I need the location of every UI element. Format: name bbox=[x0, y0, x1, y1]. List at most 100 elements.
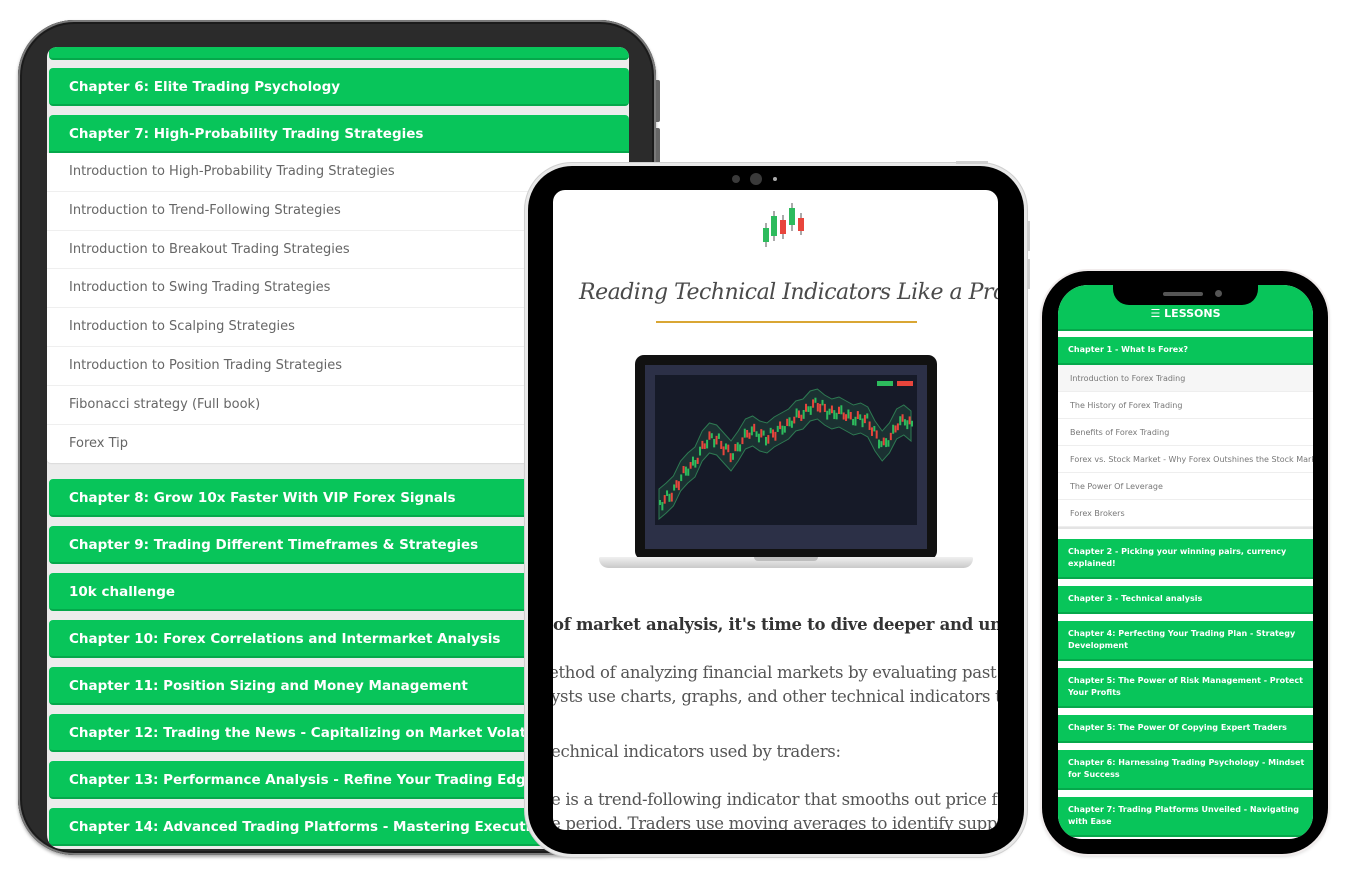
lesson-item[interactable]: Forex Brokers bbox=[1058, 500, 1313, 527]
candle bbox=[842, 412, 845, 420]
trading-chart-image bbox=[658, 381, 913, 521]
candle bbox=[821, 399, 824, 406]
candle bbox=[750, 426, 753, 436]
laptop-notch bbox=[754, 557, 818, 561]
candle bbox=[882, 437, 885, 446]
candle bbox=[670, 492, 673, 502]
candle bbox=[699, 446, 702, 456]
volume-down-button bbox=[656, 128, 660, 170]
phone-notch bbox=[1113, 285, 1258, 305]
chapter-header[interactable]: Chapter 6: Harnessing Trading Psychology… bbox=[1058, 750, 1313, 790]
candle bbox=[722, 446, 725, 456]
candle bbox=[696, 457, 699, 464]
candle bbox=[762, 430, 765, 436]
lesson-item[interactable]: The History of Forex Trading bbox=[1058, 392, 1313, 419]
lessons-header-label: LESSONS bbox=[1164, 307, 1221, 320]
candle bbox=[748, 432, 751, 439]
chapter-7-header[interactable]: Chapter 7: High-Probability Trading Stra… bbox=[49, 115, 629, 153]
article-screen: Reading Technical Indicators Like a Pro … bbox=[553, 190, 998, 830]
candle bbox=[673, 484, 676, 491]
candle bbox=[854, 416, 857, 426]
candle bbox=[805, 403, 808, 412]
lesson-item[interactable]: The Power Of Leverage bbox=[1058, 473, 1313, 500]
lesson-item[interactable]: Introduction to Forex Trading bbox=[1058, 365, 1313, 392]
article-paragraph: ethod of analyzing financial markets by … bbox=[553, 663, 998, 682]
candle bbox=[802, 409, 805, 419]
chapter-header[interactable]: Chapter 5: The Power of Risk Management … bbox=[1058, 668, 1313, 708]
candle bbox=[819, 403, 822, 413]
chapter-header[interactable]: Chapter 2 - Picking your winning pairs, … bbox=[1058, 539, 1313, 579]
candle bbox=[823, 403, 826, 412]
article-paragraph-intro: of market analysis, it's time to dive de… bbox=[553, 615, 998, 634]
candle bbox=[689, 462, 692, 469]
article-paragraph: ysts use charts, graphs, and other techn… bbox=[553, 687, 998, 706]
candle bbox=[734, 443, 737, 452]
candle bbox=[772, 429, 775, 438]
candle bbox=[668, 493, 671, 502]
candle bbox=[812, 399, 815, 408]
chapter-6-header[interactable]: Chapter 6: Elite Trading Psychology bbox=[49, 68, 629, 106]
candle bbox=[833, 410, 836, 420]
chapter-1-header[interactable]: Chapter 1 - What Is Forex? bbox=[1058, 337, 1313, 365]
middle-tablet-frame: Reading Technical Indicators Like a Pro … bbox=[528, 161, 1030, 854]
candle bbox=[861, 418, 864, 428]
candle bbox=[764, 437, 767, 446]
candle bbox=[659, 500, 661, 505]
candle bbox=[800, 414, 803, 421]
front-camera-icon bbox=[1215, 290, 1222, 297]
candle bbox=[753, 423, 756, 432]
candle bbox=[906, 420, 909, 430]
article-paragraph: e is a trend-following indicator that sm… bbox=[553, 790, 998, 809]
candle bbox=[767, 435, 770, 444]
candle bbox=[790, 420, 793, 428]
chapter-header[interactable]: Chapter 5: The Power Of Copying Expert T… bbox=[1058, 715, 1313, 743]
candle bbox=[873, 425, 876, 432]
candle bbox=[661, 502, 664, 511]
candle bbox=[887, 440, 890, 447]
candle bbox=[816, 403, 819, 412]
candle bbox=[666, 490, 669, 496]
candle bbox=[682, 465, 685, 474]
candle bbox=[732, 453, 735, 460]
sensor-icon bbox=[732, 175, 740, 183]
candle bbox=[828, 408, 831, 415]
candle bbox=[830, 405, 833, 414]
candle bbox=[684, 466, 687, 476]
candle bbox=[868, 421, 871, 430]
chapter-1-lesson-list: Introduction to Forex Trading The Histor… bbox=[1058, 365, 1313, 529]
candle bbox=[911, 420, 913, 427]
candle bbox=[852, 418, 855, 426]
candle bbox=[727, 444, 730, 453]
candle bbox=[870, 427, 873, 436]
chapter-header-partial[interactable] bbox=[49, 47, 629, 60]
buy-tag bbox=[877, 381, 893, 386]
candle bbox=[889, 432, 892, 441]
candle bbox=[743, 428, 746, 438]
candle bbox=[706, 439, 709, 449]
sell-tag bbox=[897, 381, 913, 386]
candle bbox=[866, 413, 869, 419]
candle bbox=[849, 411, 852, 420]
lesson-item[interactable]: Benefits of Forex Trading bbox=[1058, 419, 1313, 446]
candle bbox=[769, 427, 772, 434]
chapter-header[interactable]: Chapter 4: Perfecting Your Trading Plan … bbox=[1058, 621, 1313, 661]
candle bbox=[720, 440, 723, 449]
candle bbox=[859, 414, 862, 421]
hamburger-icon: ☰ bbox=[1150, 307, 1161, 320]
volume-down-button bbox=[1027, 259, 1030, 289]
candle bbox=[814, 397, 817, 403]
candle bbox=[781, 425, 784, 435]
candle bbox=[708, 431, 711, 440]
candle bbox=[908, 416, 911, 425]
laptop-chart-illustration bbox=[599, 355, 973, 575]
volume-up-button bbox=[656, 80, 660, 122]
chapter-header[interactable]: Chapter 3 - Technical analysis bbox=[1058, 586, 1313, 614]
candle bbox=[797, 410, 800, 419]
candle bbox=[757, 433, 760, 443]
candle bbox=[863, 414, 866, 424]
candle bbox=[880, 441, 883, 448]
chapter-header[interactable]: Chapter 7: Trading Platforms Unveiled - … bbox=[1058, 797, 1313, 837]
candle bbox=[878, 439, 881, 449]
article-paragraph: echnical indicators used by traders: bbox=[553, 742, 841, 761]
lesson-item[interactable]: Forex vs. Stock Market - Why Forex Outsh… bbox=[1058, 446, 1313, 473]
